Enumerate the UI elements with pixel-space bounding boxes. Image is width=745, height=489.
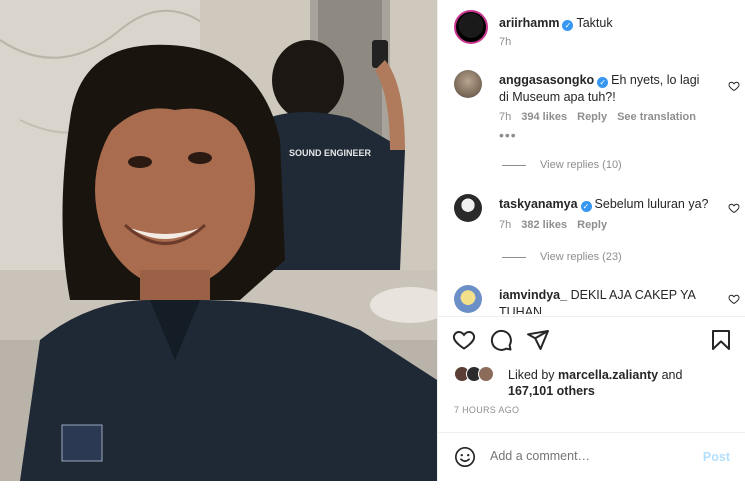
likes-summary: Liked by marcella.zalianty and 167,101 o… — [454, 364, 744, 400]
comment-bubble-icon[interactable] — [489, 328, 513, 352]
heart-icon[interactable] — [728, 80, 740, 92]
caption-time[interactable]: 7h — [499, 36, 511, 48]
heart-icon[interactable] — [728, 202, 740, 214]
heart-icon[interactable] — [728, 293, 740, 305]
commenter-avatar[interactable] — [454, 70, 482, 98]
caption-line: ariirhamm ✓ Taktuk — [499, 14, 613, 32]
post-photo[interactable]: SOUND ENGINEER — [0, 0, 437, 481]
comment-username[interactable]: iamvindya_ — [499, 288, 567, 302]
replies-dash — [502, 164, 526, 166]
author-username[interactable]: ariirhamm — [499, 16, 559, 30]
post-timestamp[interactable]: 7 HOURS AGO — [454, 405, 519, 415]
view-replies-label: View replies (23) — [540, 251, 622, 263]
view-replies-button[interactable]: View replies (23) — [502, 251, 622, 263]
replies-dash — [502, 256, 526, 258]
author-avatar[interactable] — [454, 10, 488, 44]
shirt-print-text: SOUND ENGINEER — [289, 148, 372, 158]
action-bar — [438, 318, 745, 362]
comment-like-count[interactable]: 382 likes — [521, 219, 567, 231]
divider — [438, 316, 745, 317]
comment-username[interactable]: taskyanamya — [499, 197, 578, 211]
likes-and: and — [661, 368, 683, 382]
see-translation-button[interactable]: See translation — [617, 111, 696, 123]
likes-text: Liked by marcella.zalianty and 167,101 o… — [508, 367, 682, 399]
comment-input[interactable] — [490, 449, 690, 463]
post-comment-button[interactable]: Post — [703, 450, 730, 464]
smiley-icon[interactable] — [454, 446, 476, 468]
comment-time[interactable]: 7h — [499, 111, 511, 123]
comment-body: iamvindya_ DEKIL AJA CAKEP YA TUHAN — [499, 287, 711, 314]
comment-meta: 7h 382 likes Reply — [499, 219, 617, 231]
selfie-image: SOUND ENGINEER — [0, 0, 437, 481]
reply-button[interactable]: Reply — [577, 219, 607, 231]
caption-row: ariirhamm ✓ Taktuk 7h — [454, 8, 734, 52]
more-options-icon[interactable]: ••• — [499, 128, 517, 142]
heart-icon[interactable] — [452, 328, 476, 352]
liked-by-username[interactable]: marcella.zalianty — [558, 368, 658, 382]
verified-badge-icon: ✓ — [562, 20, 574, 31]
comment-body: anggasasongko ✓ Eh nyets, lo lagi di Museu… — [499, 72, 711, 106]
bottom-margin — [0, 481, 745, 489]
comment-body: taskyanamya ✓ Sebelum luluran ya? — [499, 196, 711, 213]
add-comment-bar: Post — [438, 432, 745, 481]
view-replies-button[interactable]: View replies (10) — [502, 159, 622, 171]
commenter-avatar[interactable] — [454, 194, 482, 222]
verified-badge-icon: ✓ — [580, 201, 592, 212]
comment-time[interactable]: 7h — [499, 219, 511, 231]
caption-text: Taktuk — [576, 16, 613, 30]
comment-username[interactable]: anggasasongko — [499, 73, 594, 87]
likes-prefix: Liked by — [508, 368, 555, 382]
bookmark-icon[interactable] — [709, 328, 733, 352]
reply-button[interactable]: Reply — [577, 111, 607, 123]
liker-avatar — [478, 366, 494, 382]
verified-badge-icon: ✓ — [597, 77, 609, 88]
likes-others-count[interactable]: 167,101 others — [508, 384, 595, 398]
post-side-panel: ariirhamm ✓ Taktuk 7h anggasasongko ✓ Eh nye… — [437, 0, 745, 481]
comment-meta: 7h 394 likes Reply See translation — [499, 111, 706, 123]
view-replies-label: View replies (10) — [540, 159, 622, 171]
paper-plane-icon[interactable] — [526, 328, 550, 352]
comment-text: Sebelum luluran ya? — [594, 197, 709, 211]
comments-list[interactable]: anggasasongko ✓ Eh nyets, lo lagi di Museu… — [438, 60, 745, 314]
commenter-avatar[interactable] — [454, 285, 482, 313]
comment-like-count[interactable]: 394 likes — [521, 111, 567, 123]
